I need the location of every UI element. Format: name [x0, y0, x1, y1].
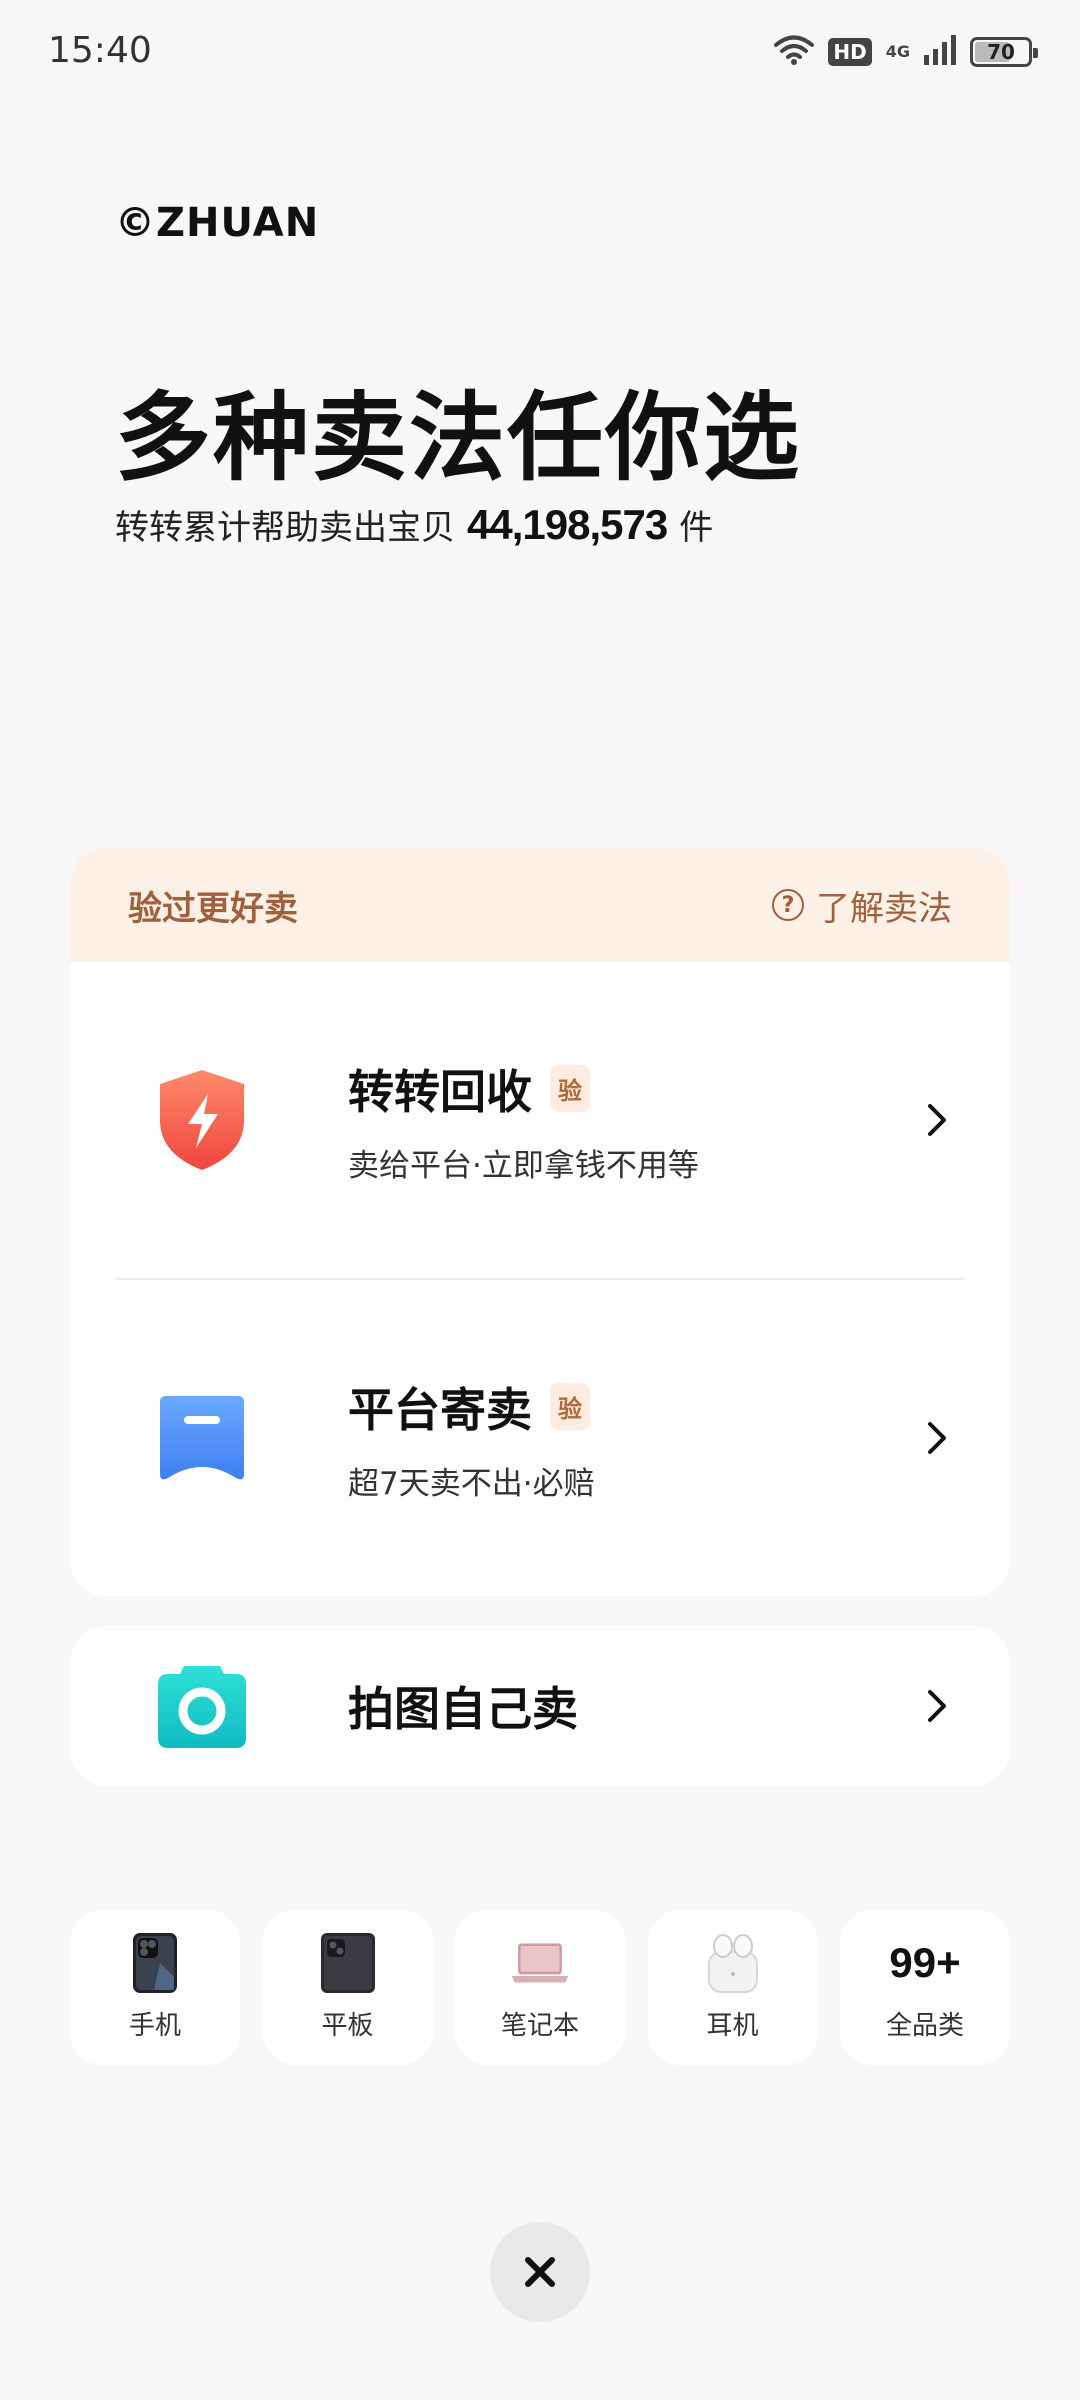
camera-icon [152, 1656, 252, 1756]
network-type: 4G [885, 42, 910, 61]
wifi-icon [774, 34, 815, 70]
category-label: 平板 [321, 2011, 374, 2041]
question-icon: ? [772, 889, 804, 921]
option-description: 超7天卖不出·必赔 [348, 1465, 595, 1502]
category-tablet[interactable]: 平板 [262, 1910, 433, 2065]
category-earbuds[interactable]: 耳机 [647, 1910, 818, 2065]
verified-badge: 验 [550, 1065, 590, 1112]
page-title: 多种卖法任你选 [115, 382, 801, 494]
battery-text: 70 [987, 40, 1015, 64]
verified-sell-card: 验过更好卖 ? 了解卖法 转转回收 验 卖给平台·立即拿钱不用等 平台寄卖 验 … [70, 848, 1010, 1596]
sold-count-suffix: 件 [679, 508, 714, 548]
close-icon [525, 2257, 555, 2287]
option-description: 卖给平台·立即拿钱不用等 [348, 1147, 699, 1184]
category-label: 手机 [128, 2011, 181, 2041]
category-laptop[interactable]: 笔记本 [455, 1910, 625, 2065]
option-title: 平台寄卖 [348, 1382, 532, 1437]
tag-icon [152, 1388, 252, 1488]
category-all[interactable]: 99+ 全品类 [840, 1910, 1010, 2065]
chevron-right-icon [928, 1690, 946, 1722]
self-sell-card: 拍图自己卖 [70, 1626, 1010, 1786]
sold-count: 44,198,573 [467, 501, 668, 548]
option-recycle[interactable]: 转转回收 验 卖给平台·立即拿钱不用等 [70, 962, 1010, 1278]
brand-logo: ©ZHUAN [115, 200, 320, 246]
category-label: 全品类 [885, 2011, 964, 2041]
learn-more-label: 了解卖法 [816, 888, 952, 929]
signal-icon [924, 35, 956, 69]
shield-bolt-icon [152, 1070, 252, 1170]
option-photo-sell[interactable]: 拍图自己卖 [70, 1626, 1010, 1786]
category-label: 耳机 [706, 2011, 759, 2041]
sold-count-line: 转转累计帮助卖出宝贝 44,198,573 件 [115, 500, 713, 549]
verified-section-title: 验过更好卖 [128, 888, 298, 929]
status-icons: HD 4G 70 [774, 30, 1038, 74]
verified-badge: 验 [550, 1383, 590, 1430]
chevron-right-icon [928, 1422, 946, 1454]
status-bar: 15:40 HD 4G 70 [0, 0, 1080, 100]
phone-icon [125, 1933, 185, 1993]
learn-selling-methods-link[interactable]: ? 了解卖法 [772, 881, 952, 930]
category-count-badge: 99+ [889, 1939, 961, 1986]
tablet-icon [318, 1933, 378, 1993]
status-time: 15:40 [48, 30, 152, 71]
category-row: 手机 平板 笔记本 耳机 99+ 全品类 [70, 1910, 1010, 2065]
category-label: 笔记本 [500, 2011, 579, 2041]
sold-count-prefix: 转转累计帮助卖出宝贝 [115, 508, 455, 548]
earbuds-icon [703, 1933, 763, 1993]
category-phone[interactable]: 手机 [70, 1910, 240, 2065]
laptop-icon [510, 1933, 570, 1993]
option-title: 转转回收 [348, 1064, 532, 1119]
chevron-right-icon [928, 1104, 946, 1136]
hd-badge: HD [828, 38, 872, 66]
battery-icon: 70 [970, 37, 1038, 67]
option-consign[interactable]: 平台寄卖 验 超7天卖不出·必赔 [70, 1280, 1010, 1596]
option-title: 拍图自己卖 [348, 1682, 578, 1736]
close-button[interactable] [490, 2222, 590, 2322]
verified-card-header: 验过更好卖 ? 了解卖法 [70, 848, 1010, 962]
